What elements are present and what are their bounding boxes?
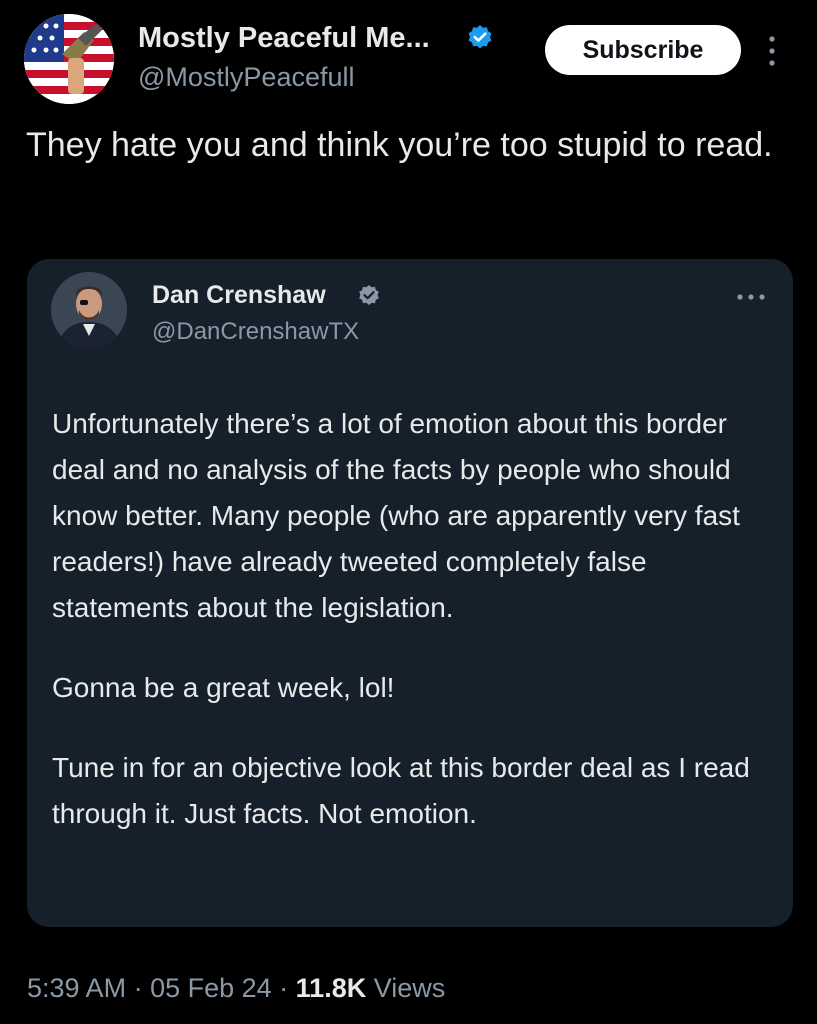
quoted-tweet-card[interactable]: Dan Crenshaw @DanCrenshawTX Unfortunatel… bbox=[27, 259, 793, 927]
tweet-text: They hate you and think you’re too stupi… bbox=[26, 126, 773, 164]
quoted-author-handle[interactable]: @DanCrenshawTX bbox=[152, 318, 359, 346]
quoted-author-name[interactable]: Dan Crenshaw bbox=[152, 281, 326, 310]
verified-badge-icon bbox=[359, 285, 379, 305]
flag-avatar-icon bbox=[24, 14, 114, 104]
quoted-paragraph: Tune in for an objective look at this bo… bbox=[52, 752, 750, 829]
quoted-author-avatar[interactable] bbox=[51, 272, 127, 348]
more-vertical-icon[interactable] bbox=[762, 34, 782, 68]
tweet-date[interactable]: 05 Feb 24 bbox=[150, 973, 272, 1003]
views-label: Views bbox=[366, 973, 446, 1003]
author-display-name[interactable]: Mostly Peaceful Me... bbox=[138, 22, 430, 55]
meta-separator: · bbox=[126, 973, 151, 1003]
verified-badge-icon bbox=[468, 25, 492, 49]
tweet-time[interactable]: 5:39 AM bbox=[27, 973, 126, 1003]
author-handle[interactable]: @MostlyPeacefull bbox=[138, 62, 355, 93]
author-avatar[interactable] bbox=[24, 14, 114, 104]
subscribe-button[interactable]: Subscribe bbox=[545, 25, 741, 75]
tweet-meta: 5:39 AM · 05 Feb 24 · 11.8K Views bbox=[27, 973, 445, 1004]
more-horizontal-icon[interactable] bbox=[735, 292, 767, 302]
person-avatar-icon bbox=[51, 272, 127, 348]
meta-separator: · bbox=[271, 973, 296, 1003]
quoted-tweet-body: Unfortunately there’s a lot of emotion a… bbox=[52, 401, 772, 837]
views-count[interactable]: 11.8K bbox=[296, 973, 367, 1003]
quoted-paragraph: Unfortunately there’s a lot of emotion a… bbox=[52, 408, 740, 623]
quoted-paragraph: Gonna be a great week, lol! bbox=[52, 672, 395, 703]
